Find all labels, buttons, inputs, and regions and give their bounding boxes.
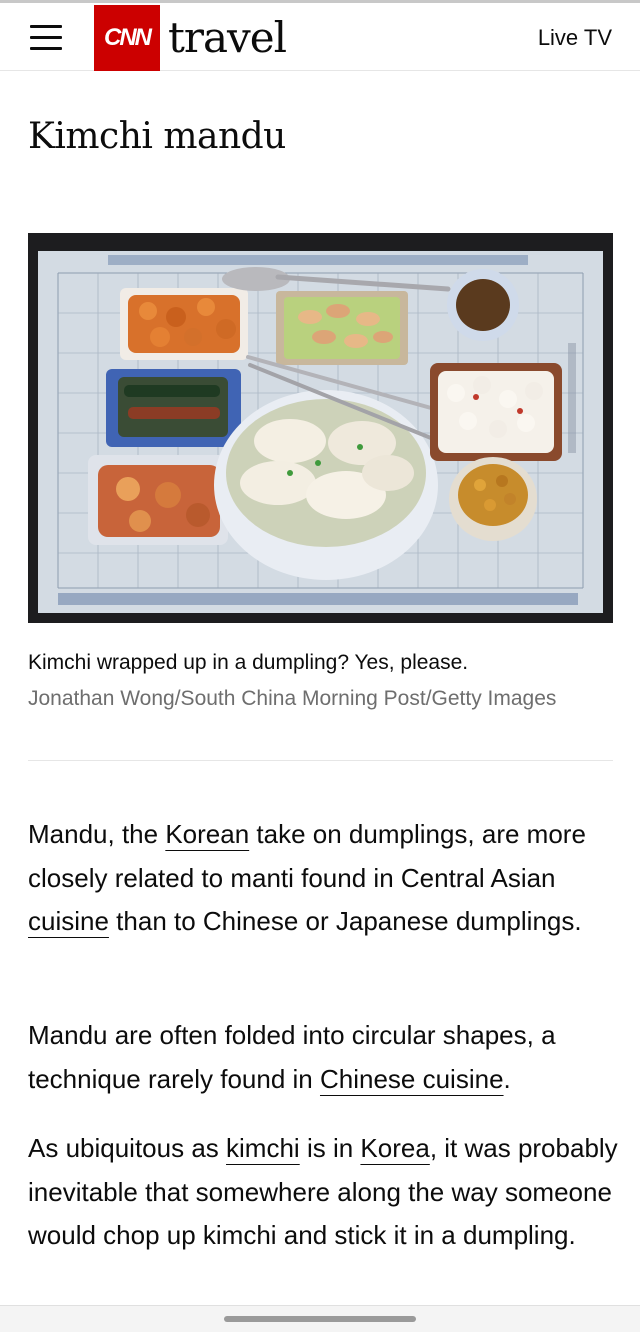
paragraph-text: is in [306, 1133, 354, 1163]
cnn-travel-logo[interactable]: CNN travel [94, 5, 287, 71]
image-credit: Jonathan Wong/South China Morning Post/G… [28, 687, 557, 710]
article-image [28, 233, 613, 623]
live-tv-link[interactable]: Live TV [538, 25, 612, 51]
article-paragraph: Mandu, the Korean take on dumplings, are… [28, 813, 618, 944]
link-chinese-cuisine[interactable]: Chinese cuisine [320, 1064, 504, 1094]
link-kimchi[interactable]: kimchi [226, 1133, 300, 1163]
article-title: Kimchi mandu [28, 116, 286, 157]
article-paragraph: As ubiquitous as kimchi is in Korea, it … [28, 1127, 618, 1258]
image-caption: Kimchi wrapped up in a dumpling? Yes, pl… [28, 651, 469, 674]
paragraph-text: As ubiquitous as [28, 1133, 219, 1163]
logo-brand-text: CNN [104, 24, 152, 51]
hamburger-menu-icon[interactable] [30, 25, 62, 51]
article-paragraph: Mandu are often folded into circular sha… [28, 1014, 618, 1101]
cnn-logo-box: CNN [94, 5, 160, 71]
link-korean[interactable]: Korean [165, 819, 249, 849]
logo-section-text: travel [168, 13, 287, 62]
paragraph-text: than to Chinese or Japanese dumplings. [116, 906, 582, 936]
caption-divider [28, 760, 613, 761]
home-indicator[interactable] [224, 1316, 416, 1322]
paragraph-text: . [503, 1063, 511, 1094]
link-cuisine[interactable]: cuisine [28, 906, 109, 936]
image-caption-block: Kimchi wrapped up in a dumpling? Yes, pl… [28, 645, 613, 717]
site-header: CNN travel Live TV [0, 3, 640, 71]
paragraph-text: Mandu, the [28, 819, 159, 849]
link-korea[interactable]: Korea [360, 1133, 429, 1163]
